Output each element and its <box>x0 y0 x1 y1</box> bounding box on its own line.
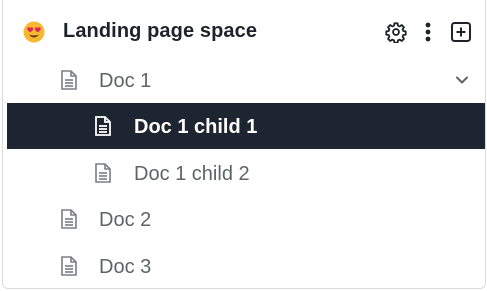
tree-item-label: Doc 1 child 2 <box>134 163 250 185</box>
document-icon <box>61 256 77 276</box>
tree-item-label: Doc 3 <box>99 256 152 278</box>
tree-item-doc-1[interactable]: Doc 1 <box>3 57 485 103</box>
more-vertical-icon <box>425 22 431 42</box>
tree-item-label: Doc 2 <box>99 209 152 231</box>
tree-item-label: Doc 1 child 1 <box>134 116 258 138</box>
settings-button[interactable] <box>384 20 408 44</box>
chevron-down-icon[interactable] <box>453 71 471 89</box>
document-icon <box>61 70 77 90</box>
document-icon <box>95 163 111 183</box>
space-header[interactable]: Landing page space <box>3 0 485 56</box>
add-page-button[interactable] <box>449 20 473 44</box>
document-icon <box>61 209 77 229</box>
space-emoji-icon <box>23 21 45 43</box>
space-tree-panel: Landing page space Doc 1 Doc 1 child 1 D… <box>2 0 486 289</box>
tree-item-doc-2[interactable]: Doc 2 <box>3 196 485 242</box>
settings-icon <box>385 22 407 43</box>
space-title: Landing page space <box>63 20 258 42</box>
tree-item-doc-3[interactable]: Doc 3 <box>3 243 485 289</box>
document-icon <box>95 116 111 136</box>
more-options-button[interactable] <box>420 20 436 44</box>
tree-item-label: Doc 1 <box>99 70 152 92</box>
tree-item-doc-1-child-2[interactable]: Doc 1 child 2 <box>3 150 485 196</box>
add-page-icon <box>451 22 471 42</box>
tree-item-doc-1-child-1[interactable]: Doc 1 child 1 <box>7 103 485 149</box>
